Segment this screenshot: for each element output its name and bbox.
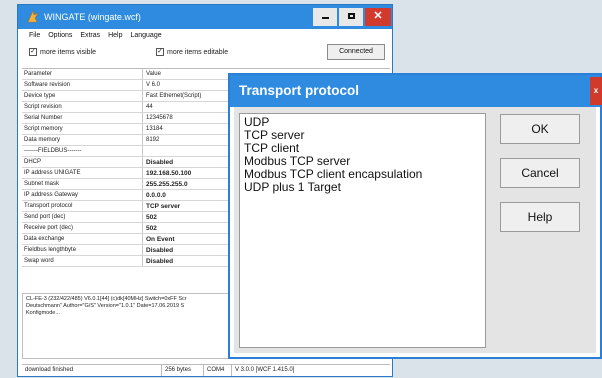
menu-options[interactable]: Options	[48, 32, 72, 39]
connected-button[interactable]: Connected	[327, 44, 385, 60]
more-items-editable-checkbox[interactable]: ✓ more items editable	[156, 48, 228, 56]
parameter-name: Software revision	[22, 80, 143, 90]
protocol-listbox[interactable]: UDP TCP server TCP client Modbus TCP server…	[239, 113, 486, 348]
main-window-title: WINGATE (wingate.wcf)	[44, 12, 141, 22]
status-message: download finished	[22, 365, 162, 376]
parameter-name: Transport protocol	[22, 201, 143, 211]
parameter-name: Send port (dec)	[22, 212, 143, 222]
dialog-title: Transport protocol	[239, 83, 360, 98]
menu-extras[interactable]: Extras	[80, 32, 100, 39]
more-items-editable-label: more items editable	[167, 48, 229, 56]
more-items-visible-checkbox[interactable]: ✓ more items visible	[29, 48, 96, 56]
close-icon[interactable]: x	[590, 77, 602, 105]
checkbox-checked-icon: ✓	[156, 48, 164, 56]
menu-file[interactable]: File	[29, 32, 40, 39]
grid-header-parameter: Parameter	[22, 69, 143, 79]
dialog-body: UDP TCP server TCP client Modbus TCP server…	[230, 107, 600, 357]
parameter-name: Data memory	[22, 135, 143, 145]
parameter-name: IP address Gateway	[22, 190, 143, 200]
status-bar: download finished 256 bytes COM4 V 3.0.0…	[22, 364, 390, 376]
status-version: V 3.0.0 [WCF 1.415.0]	[235, 367, 295, 373]
minimize-icon[interactable]	[313, 8, 337, 26]
parameter-name: Subnet mask	[22, 179, 143, 189]
more-items-visible-label: more items visible	[40, 48, 97, 56]
parameter-name: Script revision	[22, 102, 143, 112]
parameter-name: Device type	[22, 91, 143, 101]
parameter-name: DHCP	[22, 157, 143, 167]
checkbox-checked-icon: ✓	[29, 48, 37, 56]
app-icon	[27, 10, 39, 23]
parameter-name: IP address UNIGATE	[22, 168, 143, 178]
maximize-icon[interactable]	[339, 8, 363, 26]
status-port: COM4	[204, 365, 232, 376]
options-row: ✓ more items visible ✓ more items editab…	[18, 43, 392, 61]
parameter-name: Data exchange	[22, 234, 143, 244]
parameter-name: Receive port (dec)	[22, 223, 143, 233]
main-titlebar[interactable]: WINGATE (wingate.wcf) ✕	[18, 5, 392, 29]
transport-protocol-dialog: Transport protocol x UDP TCP server TCP cl…	[228, 73, 602, 359]
menu-help[interactable]: Help	[108, 32, 122, 39]
close-icon[interactable]: ✕	[365, 8, 391, 26]
ok-button[interactable]: OK	[500, 114, 580, 144]
menu-bar: File Options Extras Help Language	[18, 29, 392, 43]
status-bytes: 256 bytes	[162, 365, 204, 376]
parameter-name: Script memory	[22, 124, 143, 134]
help-button[interactable]: Help	[500, 202, 580, 232]
parameter-name: Serial Number	[22, 113, 143, 123]
list-item[interactable]: UDP plus 1 Target	[244, 181, 481, 194]
cancel-button[interactable]: Cancel	[500, 158, 580, 188]
parameter-name: -------FIELDBUS-------	[22, 146, 143, 156]
dialog-titlebar[interactable]: Transport protocol x	[230, 75, 602, 107]
parameter-name: Swap word	[22, 256, 143, 266]
parameter-name: Fieldbus lengthbyte	[22, 245, 143, 255]
menu-language[interactable]: Language	[130, 32, 161, 39]
